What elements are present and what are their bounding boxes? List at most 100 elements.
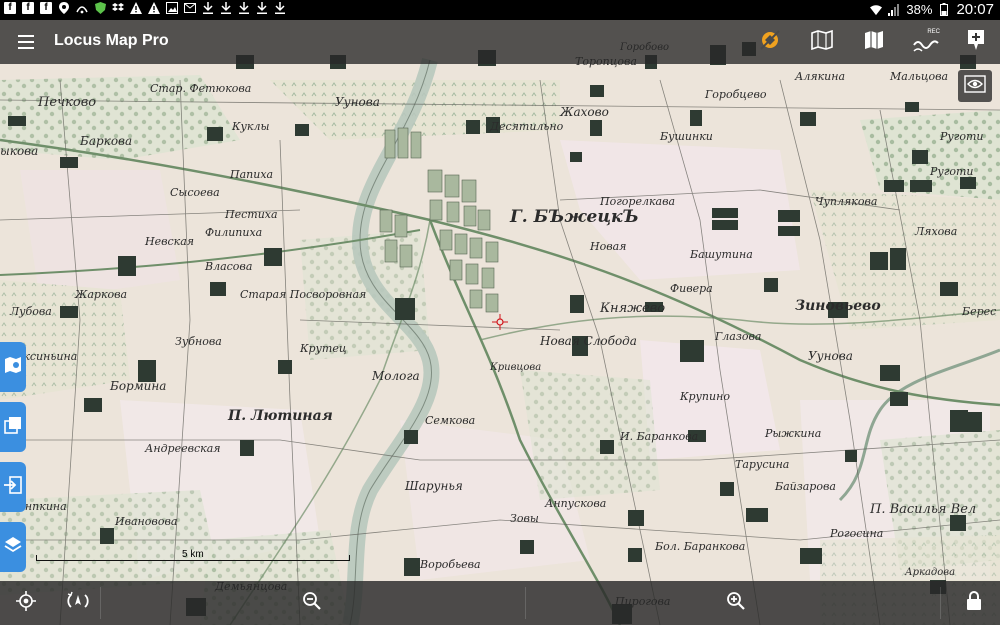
my-location-icon bbox=[16, 591, 36, 615]
gps-status-icon bbox=[759, 29, 781, 55]
map-place-label: Рыжкина bbox=[764, 427, 821, 440]
map-place-label: Мальцова bbox=[889, 70, 948, 83]
toolbar-separator bbox=[100, 587, 101, 619]
location-icon bbox=[58, 2, 70, 14]
rotate-map-button[interactable] bbox=[64, 589, 92, 617]
map-place-label: Руготи bbox=[929, 165, 973, 178]
my-location-button[interactable] bbox=[12, 589, 40, 617]
lock-icon bbox=[966, 591, 982, 615]
toolbar-separator bbox=[940, 587, 941, 619]
zoom-in-button[interactable] bbox=[722, 589, 750, 617]
facebook-icon: f bbox=[22, 2, 34, 14]
left-dock-map-button[interactable] bbox=[0, 342, 26, 392]
map-center-crosshair-icon bbox=[492, 314, 508, 330]
scale-bar-tick-end bbox=[349, 555, 350, 561]
map-place-label: Воробьева bbox=[419, 558, 481, 571]
signal-icon bbox=[888, 3, 900, 16]
clock: 20:07 bbox=[956, 1, 994, 18]
download-icon bbox=[238, 2, 250, 14]
map-place-label: Башутина bbox=[689, 248, 753, 261]
map-place-label: Молога bbox=[371, 369, 420, 383]
facebook-icon: f bbox=[4, 2, 16, 14]
track-record-button[interactable]: REC bbox=[910, 28, 942, 56]
android-status-bar: f f f 38% 20:07 bbox=[0, 0, 1000, 20]
main-menu-button[interactable] bbox=[14, 30, 38, 54]
map-place-label: Уунова bbox=[335, 95, 380, 109]
download-icon bbox=[220, 2, 232, 14]
wifi-calling-icon bbox=[76, 2, 88, 14]
left-dock-layers-button[interactable] bbox=[0, 402, 26, 452]
map-place-label: Невская bbox=[144, 235, 194, 248]
map-place-label: Жаркова bbox=[74, 288, 127, 301]
map-place-label: Бушинки bbox=[659, 130, 713, 143]
map-place-label: Глазова bbox=[714, 330, 761, 343]
rotate-map-icon bbox=[67, 591, 89, 615]
map-place-label: Стар. Фетюкова bbox=[150, 82, 251, 95]
app-toolbar: Locus Map Pro REC bbox=[0, 20, 1000, 64]
facebook-icon: f bbox=[40, 2, 52, 14]
download-icon bbox=[274, 2, 286, 14]
map-place-label: Филипиха bbox=[205, 226, 262, 239]
bottom-toolbar bbox=[0, 581, 1000, 625]
track-record-icon: REC bbox=[912, 29, 940, 53]
map-pin-icon bbox=[4, 356, 22, 378]
map-place-label: Семкова bbox=[425, 414, 475, 427]
map-place-label: Шарунья bbox=[404, 479, 463, 493]
map-place-label: Бормина bbox=[109, 379, 166, 393]
map-place-label: Алякина bbox=[794, 70, 845, 83]
map-place-label: Княжево bbox=[599, 301, 665, 316]
lock-button[interactable] bbox=[960, 589, 988, 617]
map-place-label: Папиха bbox=[229, 168, 273, 181]
toolbar-separator bbox=[525, 587, 526, 619]
download-icon bbox=[256, 2, 268, 14]
map-place-label: Зубнова bbox=[175, 335, 222, 348]
map-place-label: Фивера bbox=[670, 282, 713, 295]
map-place-label: Баркова bbox=[79, 134, 132, 148]
map-manager-button[interactable] bbox=[860, 28, 888, 56]
scale-bar-tick-start bbox=[36, 555, 37, 561]
left-dock-map-layers-button[interactable] bbox=[0, 522, 26, 572]
battery-icon bbox=[938, 3, 950, 16]
left-dock-import-button[interactable] bbox=[0, 462, 26, 512]
map-place-label: Куклы bbox=[231, 120, 269, 133]
map-place-label: Андреевская bbox=[144, 442, 221, 455]
scale-label: 5 km bbox=[182, 549, 204, 560]
hamburger-line bbox=[18, 41, 34, 43]
download-icon bbox=[202, 2, 214, 14]
add-point-button[interactable] bbox=[962, 28, 990, 56]
map-visibility-button[interactable] bbox=[958, 70, 992, 102]
hamburger-line bbox=[18, 35, 34, 37]
zoom-out-button[interactable] bbox=[298, 589, 326, 617]
map-place-label: Тарусина bbox=[735, 458, 789, 471]
map-place-label: Десятильно bbox=[489, 120, 564, 133]
map-scale-bar: 5 km bbox=[36, 549, 352, 563]
map-place-label: Берес bbox=[961, 305, 996, 318]
map-place-label: Зовы bbox=[510, 512, 539, 525]
map-place-label: Новая bbox=[589, 240, 626, 253]
warning-icon bbox=[148, 2, 160, 14]
notification-icons: f f f bbox=[4, 2, 286, 14]
image-icon bbox=[166, 2, 178, 14]
map-place-label: Власова bbox=[204, 260, 252, 273]
map-place-label: Чуплякова bbox=[815, 195, 877, 208]
wifi-icon bbox=[870, 4, 883, 16]
map-place-label: Ляхова bbox=[914, 225, 957, 238]
rec-label: REC bbox=[927, 29, 940, 35]
map-place-label: Аркадова bbox=[904, 567, 955, 578]
warning-icon bbox=[130, 2, 142, 14]
map-place-label: И. Баранкова bbox=[619, 430, 698, 443]
map-layers-button[interactable] bbox=[808, 28, 836, 56]
map-place-label: Руготи bbox=[939, 130, 983, 143]
zoom-out-icon bbox=[302, 591, 322, 615]
shield-icon bbox=[94, 2, 106, 14]
map-place-label: Уунова bbox=[808, 349, 853, 363]
map-place-label: Г. БЪжецкЪ bbox=[509, 207, 639, 227]
gps-status-button[interactable] bbox=[756, 28, 784, 56]
map-place-label: Лубова bbox=[9, 305, 52, 318]
map-manager-icon bbox=[864, 31, 884, 53]
map-layers-icon bbox=[811, 29, 833, 54]
map-place-label: Рогосина bbox=[829, 527, 883, 540]
eye-icon bbox=[964, 75, 986, 97]
map-place-label: Старая Посворовная bbox=[240, 288, 366, 301]
map-place-label: Крутец bbox=[299, 342, 347, 355]
